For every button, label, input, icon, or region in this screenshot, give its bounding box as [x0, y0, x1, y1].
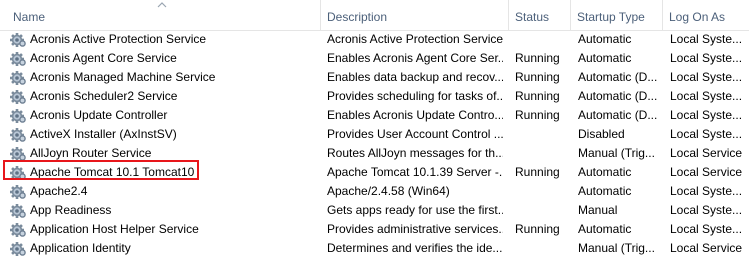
service-status	[515, 125, 570, 144]
gear-icon	[10, 202, 27, 219]
service-status	[515, 239, 570, 258]
service-name: Application Identity	[30, 241, 131, 255]
gear-icon	[10, 145, 27, 162]
service-status	[515, 30, 570, 49]
service-name: Acronis Managed Machine Service	[30, 70, 216, 84]
service-row[interactable]: Apache Tomcat 10.1 Tomcat10 Apache Tomcat…	[0, 163, 749, 182]
service-description: Apache Tomcat 10.1.39 Server -...	[327, 165, 503, 179]
service-name: Acronis Scheduler2 Service	[30, 89, 178, 103]
service-startup-type: Automatic	[578, 165, 632, 179]
column-header-bar: Name Description Status Startup Type Log…	[0, 0, 749, 31]
service-row[interactable]: Acronis Managed Machine Service Enables d…	[0, 68, 749, 87]
service-log-on-as: Local Syste...	[670, 108, 743, 122]
service-row[interactable]: Acronis Active Protection Service Acronis…	[0, 30, 749, 49]
service-log-on-as: Local Syste...	[670, 203, 743, 217]
service-name: Apache Tomcat 10.1 Tomcat10	[30, 165, 195, 179]
gear-icon	[10, 126, 27, 143]
service-startup-type: Manual (Trig...	[578, 146, 655, 160]
service-status: Running	[515, 165, 560, 179]
service-log-on-as: Local Syste...	[670, 184, 743, 198]
gear-icon	[10, 69, 27, 86]
service-startup-type: Automatic	[578, 51, 632, 65]
service-description: Determines and verifies the ide...	[327, 241, 503, 255]
service-startup-type: Automatic (D...	[578, 108, 658, 122]
service-description: Gets apps ready for use the first...	[327, 203, 503, 217]
service-description: Apache/2.4.58 (Win64)	[327, 184, 450, 198]
gear-icon	[10, 240, 27, 257]
service-name: AllJoyn Router Service	[30, 146, 152, 160]
service-log-on-as: Local Service	[670, 241, 743, 255]
service-description: Enables Acronis Update Contro...	[327, 108, 503, 122]
service-description: Routes AllJoyn messages for th...	[327, 146, 503, 160]
service-description: Provides User Account Control ...	[327, 127, 503, 141]
service-status: Running	[515, 70, 560, 84]
service-row[interactable]: Acronis Update Controller Enables Acronis…	[0, 106, 749, 125]
service-name: Apache2.4	[30, 184, 88, 198]
service-log-on-as: Local Syste...	[670, 70, 743, 84]
service-startup-type: Automatic	[578, 184, 632, 198]
service-row[interactable]: Acronis Agent Core Service Enables Acroni…	[0, 49, 749, 68]
service-status: Running	[515, 89, 560, 103]
column-header-log-on-as[interactable]: Log On As	[664, 0, 749, 30]
column-divider[interactable]	[570, 0, 571, 30]
service-log-on-as: Local Syste...	[670, 127, 743, 141]
service-startup-type: Automatic (D...	[578, 89, 658, 103]
service-startup-type: Manual (Trig...	[578, 241, 655, 255]
service-status	[515, 182, 570, 201]
service-name: Acronis Active Protection Service	[30, 32, 207, 46]
service-startup-type: Automatic (D...	[578, 70, 658, 84]
service-log-on-as: Local Syste...	[670, 222, 743, 236]
column-header-description[interactable]: Description	[322, 0, 508, 30]
service-status	[515, 144, 570, 163]
service-name: ActiveX Installer (AxInstSV)	[30, 127, 177, 141]
gear-icon	[10, 221, 27, 238]
gear-icon	[10, 107, 27, 124]
gear-icon	[10, 164, 27, 181]
service-row[interactable]: Apache2.4 Apache/2.4.58 (Win64) Automatic L…	[0, 182, 749, 201]
service-status: Running	[515, 51, 560, 65]
service-log-on-as: Local Service	[670, 146, 743, 160]
service-description: Enables data backup and recov...	[327, 70, 503, 84]
service-status	[515, 201, 570, 220]
service-name: Acronis Update Controller	[30, 108, 168, 122]
column-header-startup-type[interactable]: Startup Type	[572, 0, 662, 30]
service-row[interactable]: Application Host Helper Service Provides …	[0, 220, 749, 239]
service-log-on-as: Local Syste...	[670, 32, 743, 46]
service-startup-type: Automatic	[578, 32, 632, 46]
service-startup-type: Manual	[578, 203, 618, 217]
gear-icon	[10, 50, 27, 67]
column-header-status[interactable]: Status	[510, 0, 570, 30]
service-row[interactable]: Acronis Scheduler2 Service Provides sched…	[0, 87, 749, 106]
service-startup-type: Automatic	[578, 222, 632, 236]
service-row[interactable]: AllJoyn Router Service Routes AllJoyn mes…	[0, 144, 749, 163]
service-row[interactable]: App Readiness Gets apps ready for use the…	[0, 201, 749, 220]
gear-icon	[10, 31, 27, 48]
gear-icon	[10, 88, 27, 105]
column-header-name[interactable]: Name	[8, 0, 320, 30]
service-row[interactable]: Application Identity Determines and verif…	[0, 239, 749, 258]
service-description: Provides scheduling for tasks of...	[327, 89, 503, 103]
service-name: Acronis Agent Core Service	[30, 51, 177, 65]
column-divider[interactable]	[662, 0, 663, 30]
gear-icon	[10, 183, 27, 200]
service-log-on-as: Local Service	[670, 165, 743, 179]
service-description: Enables Acronis Agent Core Ser...	[327, 51, 503, 65]
service-startup-type: Disabled	[578, 127, 625, 141]
service-log-on-as: Local Syste...	[670, 51, 743, 65]
service-name: Application Host Helper Service	[30, 222, 199, 236]
service-description: Provides administrative services...	[327, 222, 503, 236]
service-log-on-as: Local Syste...	[670, 89, 743, 103]
service-description: Acronis Active Protection Service	[327, 32, 503, 46]
service-status: Running	[515, 108, 560, 122]
service-status: Running	[515, 222, 560, 236]
service-name: App Readiness	[30, 203, 112, 217]
service-row[interactable]: ActiveX Installer (AxInstSV) Provides Use…	[0, 125, 749, 144]
column-divider[interactable]	[508, 0, 509, 30]
column-divider[interactable]	[320, 0, 321, 30]
